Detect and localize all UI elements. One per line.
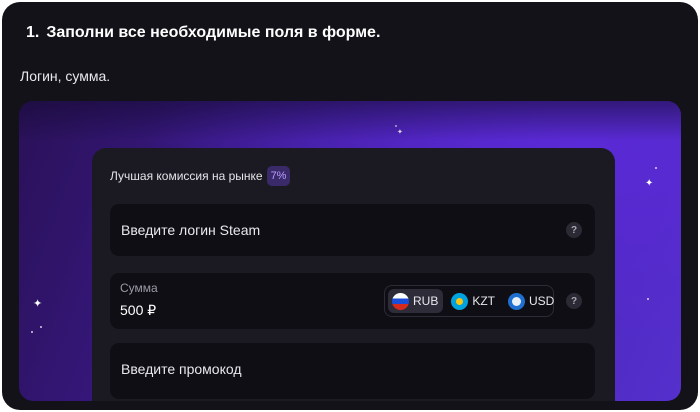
hero-screenshot: ✦ ✦ ✦ Лучшая комиссия на рынке 7% Введит… <box>19 101 681 401</box>
instruction-card: 1. Заполни все необходимые поля в форме. … <box>2 2 698 410</box>
sparkle-icon: ✦ <box>33 298 43 310</box>
commission-text: Лучшая комиссия на рынке <box>110 169 263 183</box>
step-number: 1. <box>26 24 40 41</box>
help-icon[interactable]: ? <box>566 222 582 238</box>
currency-label: USD <box>529 294 555 308</box>
promo-code-field[interactable]: Введите промокод <box>110 343 595 399</box>
step-heading: 1. Заполни все необходимые поля в форме. <box>26 24 380 42</box>
kazakhstan-flag-icon <box>451 292 469 310</box>
steam-login-placeholder: Введите логин Steam <box>121 222 261 238</box>
exchange-form: Лучшая комиссия на рынке 7% Введите логи… <box>92 148 615 401</box>
promo-code-placeholder: Введите промокод <box>121 361 242 377</box>
help-icon[interactable]: ? <box>566 293 582 309</box>
star-dot <box>40 326 42 328</box>
star-dot <box>31 331 33 333</box>
commission-row: Лучшая комиссия на рынке 7% <box>110 166 291 186</box>
star-dot <box>395 125 397 127</box>
step-title: Заполни все необходимые поля в форме. <box>46 24 381 41</box>
steam-login-field[interactable]: Введите логин Steam ? <box>110 204 595 256</box>
commission-badge: 7% <box>266 166 291 186</box>
russia-flag-icon <box>392 292 409 310</box>
star-dot <box>647 298 649 300</box>
currency-option-usd[interactable]: USD <box>504 289 559 313</box>
currency-label: KZT <box>472 294 496 308</box>
star-dot <box>655 167 657 169</box>
usa-flag-icon <box>508 292 526 310</box>
currency-option-kzt[interactable]: KZT <box>447 289 500 313</box>
sparkle-icon: ✦ <box>397 129 403 136</box>
currency-selector: RUB KZT USD <box>384 285 554 317</box>
currency-option-rub[interactable]: RUB <box>388 289 444 313</box>
step-subtitle: Логин, сумма. <box>20 68 111 84</box>
sparkle-icon: ✦ <box>645 178 654 189</box>
amount-field[interactable]: Сумма 500 ₽ RUB KZT USD ? <box>110 273 595 329</box>
amount-value[interactable]: 500 ₽ <box>120 302 156 319</box>
currency-label: RUB <box>413 294 439 308</box>
amount-label: Сумма <box>120 281 158 295</box>
